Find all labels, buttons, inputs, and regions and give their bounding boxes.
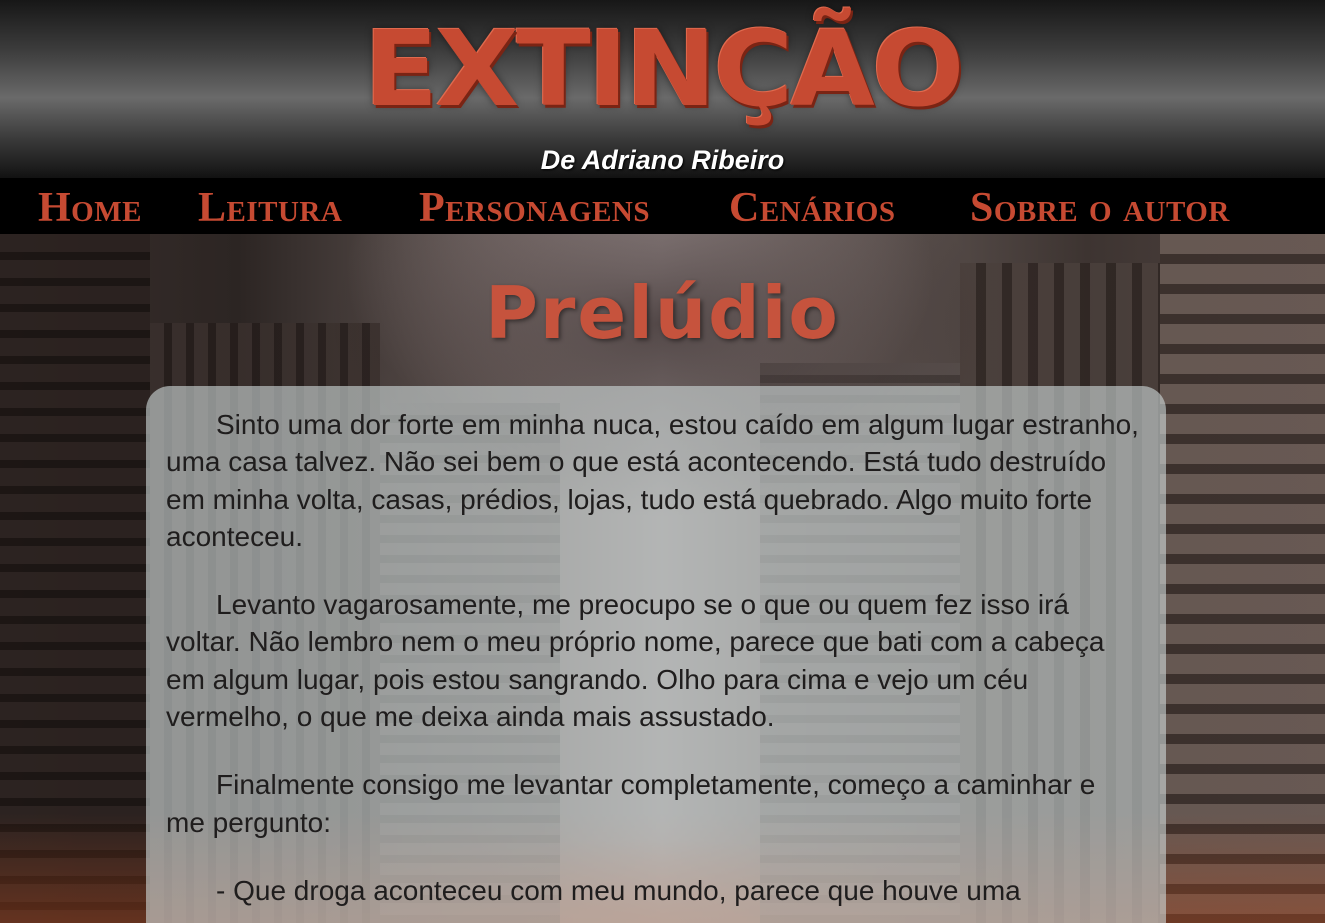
nav-item-leitura[interactable]: Leitura: [198, 184, 342, 232]
chapter-title: Prelúdio: [485, 271, 840, 355]
nav-item-cenarios[interactable]: Cenários: [729, 184, 895, 232]
reading-panel[interactable]: Sinto uma dor forte em minha nuca, estou…: [146, 386, 1166, 923]
nav-item-sobre-o-autor[interactable]: Sobre o autor: [970, 184, 1230, 232]
chapter-paragraph: Finalmente consigo me levantar completam…: [166, 769, 1096, 838]
chapter-paragraph: - Que droga aconteceu com meu mundo, par…: [216, 874, 1021, 906]
nav-item-home[interactable]: Home: [38, 184, 142, 232]
nav-item-personagens[interactable]: Personagens: [419, 184, 650, 232]
main-nav: Home Leitura Personagens Cenários Sobre …: [0, 178, 1325, 234]
chapter-paragraph: Sinto uma dor forte em minha nuca, estou…: [166, 409, 1139, 552]
site-title-logo[interactable]: EXTINÇÃO: [0, 4, 1325, 134]
site-header: EXTINÇÃO De Adriano Ribeiro: [0, 0, 1325, 178]
site-author: De Adriano Ribeiro: [540, 145, 785, 175]
chapter-paragraph: Levanto vagarosamente, me preocupo se o …: [166, 589, 1105, 733]
